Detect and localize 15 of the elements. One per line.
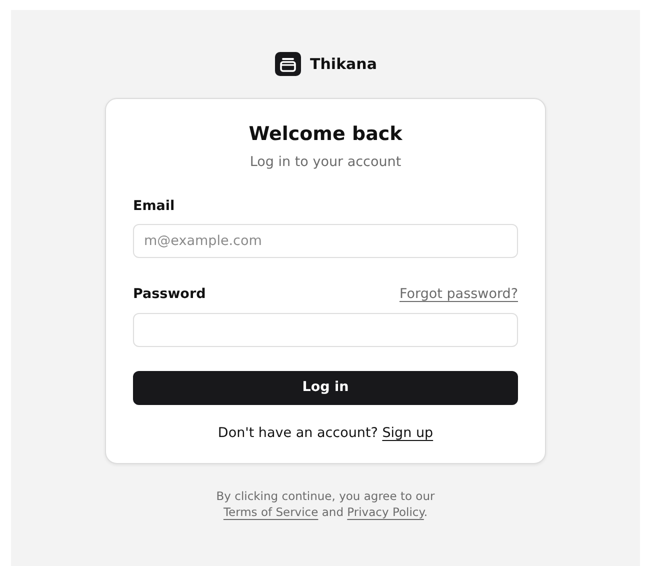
signup-link[interactable]: Sign up [382,424,434,441]
card-title: Welcome back [248,123,404,146]
brand-name: Thikana [310,54,377,75]
card-subtitle: Log in to your account [248,152,402,172]
forgot-password-link[interactable]: Forgot password? [399,284,518,305]
field-label: Password [133,285,206,304]
login-button[interactable]: Log in [133,370,518,405]
field-label: Email [133,197,175,216]
privacy-link[interactable]: Privacy Policy [347,504,424,519]
input-field[interactable]: m@example.com [133,224,518,258]
terms-link[interactable]: Terms of Service [223,504,318,519]
signup-prompt: Don't have an account? Sign up [216,424,434,443]
logo-icon [274,52,302,76]
input-field[interactable] [133,312,518,347]
terms-notice: By clicking continue, you agree to our Terms of Service and Privacy Policy. [216,488,435,520]
